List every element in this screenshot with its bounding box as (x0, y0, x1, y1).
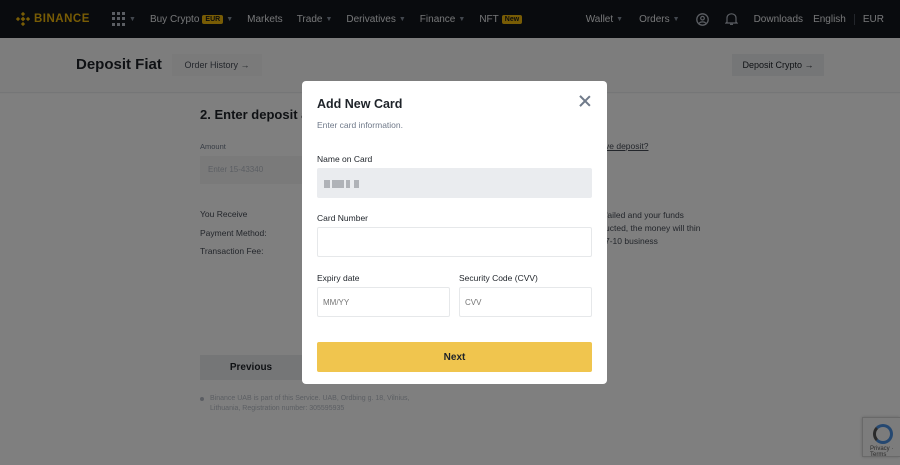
card-number-field[interactable] (317, 227, 592, 257)
cvv-label: Security Code (CVV) (459, 273, 538, 283)
modal-subtitle: Enter card information. (317, 120, 403, 130)
modal-title: Add New Card (317, 97, 403, 111)
expiry-date-label: Expiry date (317, 273, 360, 283)
close-icon[interactable] (578, 94, 592, 108)
expiry-date-field[interactable] (317, 287, 450, 317)
next-button[interactable]: Next (317, 342, 592, 372)
name-on-card-field[interactable] (317, 168, 592, 198)
add-card-modal: Add New Card Enter card information. Nam… (302, 81, 607, 384)
card-number-label: Card Number (317, 213, 369, 223)
name-on-card-label: Name on Card (317, 154, 373, 164)
redacted-name (324, 179, 359, 188)
cvv-field[interactable] (459, 287, 592, 317)
